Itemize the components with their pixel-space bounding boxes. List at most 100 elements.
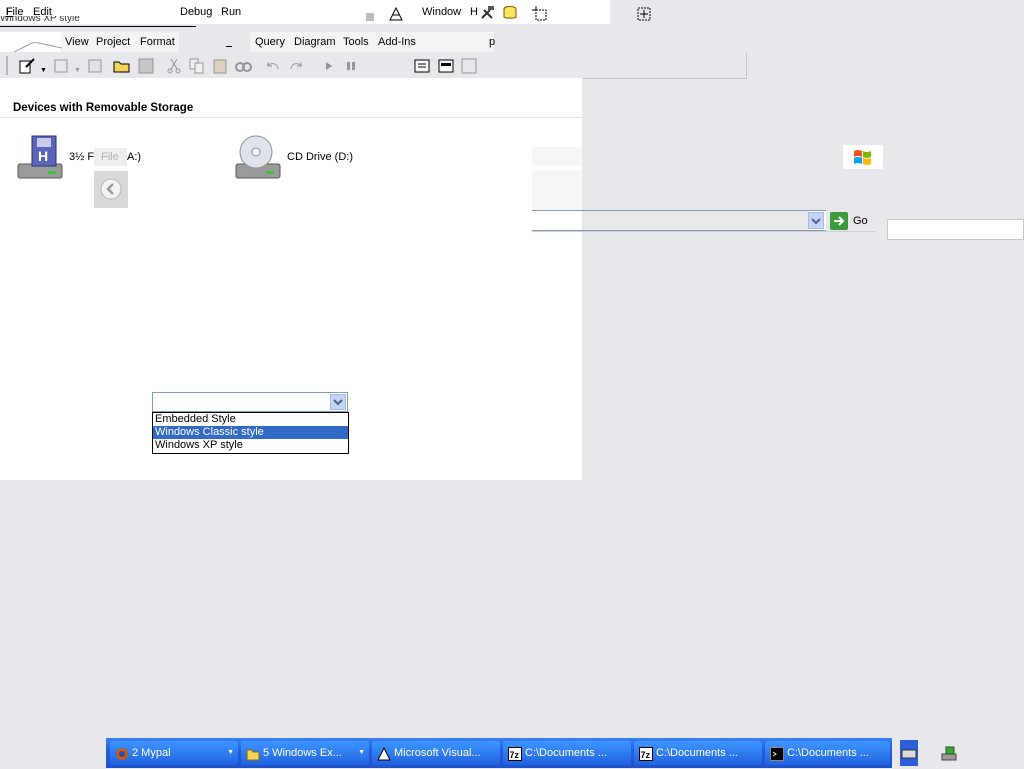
sevenzip-icon: 7z	[639, 746, 653, 761]
sevenzip-icon: 7z	[508, 746, 522, 761]
cd-drive-icon	[232, 134, 284, 182]
menu-run[interactable]: Run	[218, 2, 244, 22]
menu-tools[interactable]: Tools	[340, 32, 372, 52]
network-tray-icon[interactable]	[940, 744, 958, 762]
menu-diagram[interactable]: Diagram	[291, 32, 339, 52]
form-position-icon[interactable]	[636, 6, 652, 22]
style-option-list: Embedded Style Windows Classic style Win…	[152, 412, 349, 454]
go-label: Go	[853, 215, 868, 227]
toolbar-grip[interactable]	[6, 56, 8, 75]
menu-file[interactable]: FFile	[3, 2, 26, 22]
chevron-down-icon	[811, 218, 821, 225]
style-option-windows-classic[interactable]: Windows Classic style	[153, 426, 348, 439]
second-menubar: View Project Format Query Diagram Tools …	[0, 32, 1024, 53]
taskbar: 2 Mypal ▼ 5 Windows Ex... ▼ Microsoft Vi…	[106, 738, 892, 768]
floppy-drive-item[interactable]: H 3½ F A:)	[14, 134, 154, 182]
address-bar[interactable]	[532, 210, 826, 231]
address-text-area[interactable]	[582, 211, 808, 230]
taskbar-item-label: Microsoft Visual...	[394, 747, 481, 759]
menu-view[interactable]: View	[62, 32, 92, 52]
floppy-drive-label-start: 3½ F	[69, 151, 95, 163]
taskbar-item-microsoft-visual[interactable]: Microsoft Visual...	[372, 741, 500, 765]
window-corner-shape	[13, 41, 63, 53]
vb-icon	[377, 746, 391, 761]
style-select-dropdown-button[interactable]	[330, 394, 346, 410]
taskbar-item-label: C:\Documents ...	[525, 747, 607, 759]
taskbar-item-label: 5 Windows Ex...	[263, 747, 342, 759]
style-option-windows-xp[interactable]: Windows XP style	[153, 439, 348, 452]
properties-window-icon[interactable]	[437, 57, 455, 75]
undo-icon[interactable]	[264, 57, 282, 75]
top-right-strip	[610, 0, 1024, 24]
menu-trailing-fragment: p	[489, 36, 496, 48]
add-form-icon[interactable]	[52, 57, 70, 75]
menu-edit[interactable]: Edit	[30, 2, 55, 22]
address-dropdown-button[interactable]	[808, 212, 824, 229]
section-divider	[0, 117, 582, 118]
keyboard-icon[interactable]	[900, 740, 918, 766]
paste-icon[interactable]	[211, 57, 229, 75]
form-layout-icon[interactable]	[532, 6, 548, 22]
taskbar-item-documents-2[interactable]: 7z C:\Documents ...	[634, 741, 762, 765]
chevron-down-icon[interactable]: ▼	[74, 67, 81, 74]
firefox-icon	[115, 746, 129, 760]
menu-project[interactable]: Project	[93, 32, 133, 52]
taskbar-item-label: C:\Documents ...	[656, 747, 738, 759]
windows-logo-icon	[843, 145, 883, 169]
menu-format[interactable]: Format	[137, 32, 178, 52]
database-icon[interactable]	[502, 5, 518, 21]
menu-debug[interactable]: Debug	[177, 2, 215, 22]
stray-panel-strip	[532, 147, 582, 166]
stop-icon[interactable]	[366, 13, 374, 21]
standard-toolbar: ▼ ▼	[0, 53, 747, 79]
svg-text:7z: 7z	[510, 750, 520, 760]
back-arrow-icon	[100, 178, 122, 200]
svg-text:7z: 7z	[641, 750, 651, 760]
start-icon[interactable]	[320, 57, 338, 75]
style-option-embedded[interactable]: Embedded Style	[153, 413, 348, 426]
system-tray-fragment	[892, 738, 1024, 768]
stray-white-field	[887, 219, 1024, 240]
toolbox-hammer-icon[interactable]	[479, 5, 495, 21]
floppy-drive-icon: H	[14, 134, 64, 182]
taskbar-item-mypal[interactable]: 2 Mypal ▼	[110, 741, 238, 765]
save-icon[interactable]	[137, 57, 155, 75]
redo-icon[interactable]	[287, 57, 305, 75]
overlay-file-menu-fragment[interactable]: File	[94, 148, 127, 166]
cd-drive-item[interactable]: CD Drive (D:)	[232, 134, 382, 182]
stray-panel-block	[532, 170, 582, 210]
find-icon[interactable]	[234, 57, 252, 75]
break-icon[interactable]	[342, 57, 360, 75]
style-select[interactable]	[152, 392, 348, 412]
go-button[interactable]: Go	[829, 211, 877, 231]
taskbar-item-documents-3[interactable]: C:\Documents ...	[765, 741, 890, 765]
project-explorer-icon[interactable]	[413, 57, 431, 75]
copy-icon[interactable]	[188, 57, 206, 75]
menu-window[interactable]: Window	[419, 2, 464, 22]
back-button[interactable]	[94, 171, 128, 208]
folder-icon	[246, 746, 260, 761]
form-layout-window-icon[interactable]	[460, 57, 478, 75]
taskbar-item-windows-explorer[interactable]: 5 Windows Ex... ▼	[241, 741, 369, 765]
cut-icon[interactable]	[165, 57, 183, 75]
chevron-down-icon[interactable]: ▼	[227, 741, 234, 765]
taskbar-item-documents-1[interactable]: 7z C:\Documents ...	[503, 741, 631, 765]
floppy-drive-label-end: A:)	[127, 151, 142, 163]
taskbar-item-label: 2 Mypal	[132, 747, 171, 759]
menu-editor-icon[interactable]	[86, 57, 104, 75]
visual-data-manager-icon[interactable]	[388, 6, 404, 22]
chevron-down-icon[interactable]: ▼	[40, 67, 47, 74]
address-underline	[532, 231, 876, 232]
cd-drive-label: CD Drive (D:)	[287, 151, 353, 163]
add-project-icon[interactable]	[18, 57, 36, 75]
menu-addins[interactable]: Add-Ins	[375, 32, 419, 52]
taskbar-item-label: C:\Documents ...	[787, 747, 869, 759]
open-folder-icon[interactable]	[113, 57, 131, 75]
svg-text:H: H	[38, 148, 48, 164]
section-title: Devices with Removable Storage	[13, 102, 194, 114]
top-menubar: FFile Edit Debug Run Window H	[0, 2, 651, 22]
menu-query[interactable]: Query	[252, 32, 288, 52]
cmd-icon	[770, 746, 784, 761]
chevron-down-icon[interactable]: ▼	[358, 741, 365, 765]
menu-separator	[226, 46, 232, 47]
